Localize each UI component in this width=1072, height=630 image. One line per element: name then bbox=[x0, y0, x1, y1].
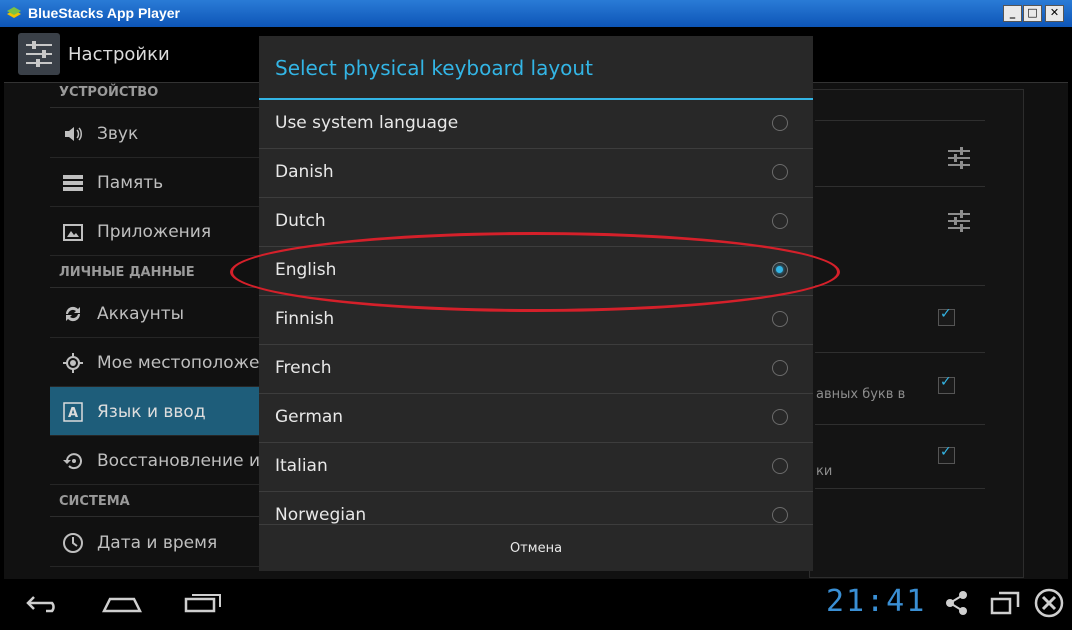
option-row[interactable]: Danish bbox=[259, 149, 813, 198]
option-label: Norwegian bbox=[275, 505, 367, 524]
divider bbox=[815, 352, 985, 353]
radio-button[interactable] bbox=[772, 507, 788, 523]
settings-item-label: Дата и время bbox=[97, 533, 218, 553]
android-screen: Настройки УСТРОЙСТВО Звук Память Приложе… bbox=[4, 27, 1068, 626]
settings-item-language-input[interactable]: A Язык и ввод bbox=[50, 387, 265, 436]
divider bbox=[815, 285, 985, 286]
restore-icon bbox=[63, 453, 82, 470]
settings-item-label: Мое местоположен bbox=[97, 353, 271, 373]
radio-button[interactable] bbox=[772, 458, 788, 474]
sliders-icon bbox=[26, 41, 52, 67]
location-icon bbox=[63, 353, 83, 373]
settings-item-label: Аккаунты bbox=[97, 304, 185, 324]
divider bbox=[815, 186, 985, 187]
settings-item-label: Приложения bbox=[97, 222, 212, 242]
settings-list: УСТРОЙСТВО Звук Память Приложения ЛИЧНЫЕ… bbox=[50, 83, 275, 567]
option-label: Dutch bbox=[275, 211, 326, 231]
dialog-footer: Отмена bbox=[259, 524, 813, 572]
maximize-button[interactable]: □ bbox=[1023, 5, 1042, 22]
share-icon[interactable] bbox=[944, 590, 970, 616]
option-row[interactable]: German bbox=[259, 394, 813, 443]
option-row[interactable]: Norwegian bbox=[259, 492, 813, 524]
option-label: German bbox=[275, 407, 344, 427]
home-icon[interactable] bbox=[102, 593, 142, 613]
svg-text:A: A bbox=[68, 406, 78, 421]
page-title: Настройки bbox=[68, 44, 170, 65]
clock-icon bbox=[63, 533, 83, 553]
language-icon: A bbox=[63, 402, 83, 422]
option-row[interactable]: Italian bbox=[259, 443, 813, 492]
option-row[interactable]: Use system language bbox=[259, 100, 813, 149]
settings-item-accounts[interactable]: Аккаунты bbox=[50, 289, 265, 338]
radio-button[interactable] bbox=[772, 213, 788, 229]
apps-icon bbox=[63, 224, 83, 241]
radio-button[interactable] bbox=[772, 115, 788, 131]
category-personal: ЛИЧНЫЕ ДАННЫЕ bbox=[59, 265, 195, 280]
category-device: УСТРОЙСТВО bbox=[59, 85, 159, 100]
divider bbox=[815, 488, 985, 489]
settings-item-storage[interactable]: Память bbox=[50, 158, 265, 207]
layout-options-list: Use system language Danish Dutch English… bbox=[259, 100, 813, 524]
speaker-icon bbox=[65, 127, 82, 141]
radio-button[interactable] bbox=[772, 164, 788, 180]
cancel-button[interactable]: Отмена bbox=[259, 525, 813, 572]
divider bbox=[815, 120, 985, 121]
settings-item-sound[interactable]: Звук bbox=[50, 109, 265, 158]
checkbox-checked[interactable]: ✓ bbox=[938, 374, 955, 394]
background-text: ки bbox=[816, 464, 833, 479]
highlight-ellipse-annotation bbox=[230, 232, 840, 312]
option-label: Italian bbox=[275, 456, 328, 476]
status-clock: 21:41 bbox=[826, 584, 927, 619]
minimize-button[interactable]: _ bbox=[1003, 5, 1022, 22]
settings-item-date-time[interactable]: Дата и время bbox=[50, 518, 265, 567]
settings-item-label: Восстановление и с bbox=[97, 451, 275, 471]
sync-icon bbox=[65, 306, 81, 322]
dialog-title: Select physical keyboard layout bbox=[275, 56, 593, 80]
background-text: авных букв в bbox=[816, 387, 906, 402]
window-title-bar: BlueStacks App Player _ □ ✕ bbox=[0, 0, 1072, 27]
settings-item-location[interactable]: Мое местоположен bbox=[50, 338, 271, 387]
option-row[interactable]: French bbox=[259, 345, 813, 394]
storage-icon bbox=[63, 175, 83, 191]
settings-item-label: Язык и ввод bbox=[97, 402, 206, 422]
radio-button[interactable] bbox=[772, 409, 788, 425]
settings-item-apps[interactable]: Приложения bbox=[50, 207, 265, 256]
window-title: BlueStacks App Player bbox=[28, 5, 180, 21]
settings-sliders-icon[interactable] bbox=[946, 145, 972, 171]
checkbox-checked[interactable]: ✓ bbox=[938, 444, 955, 464]
close-window-button[interactable]: ✕ bbox=[1045, 5, 1064, 22]
option-label: Use system language bbox=[275, 113, 459, 133]
window-mode-icon[interactable] bbox=[990, 591, 1020, 615]
option-label: Finnish bbox=[275, 309, 335, 329]
option-label: French bbox=[275, 358, 332, 378]
radio-button[interactable] bbox=[772, 311, 788, 327]
divider bbox=[50, 107, 265, 108]
bluestacks-logo-icon bbox=[7, 7, 21, 18]
recent-apps-icon[interactable] bbox=[184, 591, 222, 613]
divider bbox=[50, 287, 265, 288]
radio-button[interactable] bbox=[772, 360, 788, 376]
detail-pane: ✓ авных букв в ✓ ки ✓ bbox=[809, 89, 1024, 578]
close-app-icon[interactable] bbox=[1034, 588, 1064, 618]
settings-app-icon[interactable] bbox=[18, 33, 60, 75]
settings-item-backup-reset[interactable]: Восстановление и с bbox=[50, 436, 275, 485]
category-system: СИСТЕМА bbox=[59, 494, 130, 509]
settings-item-label: Память bbox=[97, 173, 164, 193]
settings-item-label: Звук bbox=[97, 124, 139, 144]
checkbox-checked[interactable]: ✓ bbox=[938, 306, 955, 326]
divider bbox=[50, 516, 265, 517]
settings-sliders-icon[interactable] bbox=[946, 208, 972, 234]
back-icon[interactable] bbox=[26, 593, 62, 613]
divider bbox=[815, 424, 985, 425]
option-label: Danish bbox=[275, 162, 334, 182]
